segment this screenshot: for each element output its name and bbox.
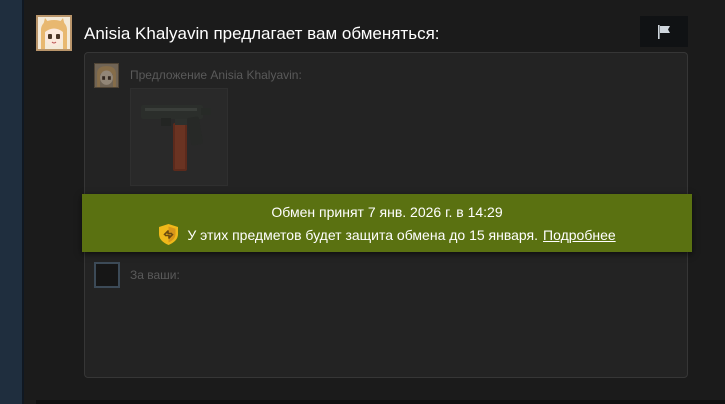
report-button[interactable]	[640, 16, 688, 47]
your-items-label: За ваши:	[130, 268, 180, 282]
more-info-link[interactable]: Подробнее	[543, 227, 616, 243]
your-avatar	[94, 262, 120, 288]
flag-icon	[658, 24, 670, 39]
trade-accepted-text: Обмен принят 7 янв. 2026 г. в 14:29	[271, 204, 503, 220]
shield-icon	[159, 224, 179, 245]
partner-avatar[interactable]	[36, 15, 72, 51]
offered-item[interactable]	[130, 88, 228, 186]
anime-girl-avatar-icon	[38, 17, 70, 49]
trade-status-banner: Обмен принят 7 янв. 2026 г. в 14:29 У эт…	[82, 194, 692, 252]
pistol-weapon-icon	[141, 105, 211, 171]
trade-title: Anisia Khalyavin предлагает вам обменять…	[84, 24, 440, 43]
bottom-divider	[36, 400, 725, 404]
offer-partner-avatar	[94, 63, 119, 88]
offer-label: Предложение Anisia Khalyavin:	[130, 68, 302, 82]
protection-text: У этих предметов будет защита обмена до …	[187, 226, 539, 243]
left-sidebar	[0, 0, 22, 404]
trade-protection-line: У этих предметов будет защита обмена до …	[82, 223, 692, 246]
sidebar-edge	[22, 0, 24, 404]
anime-girl-avatar-icon	[95, 64, 118, 87]
